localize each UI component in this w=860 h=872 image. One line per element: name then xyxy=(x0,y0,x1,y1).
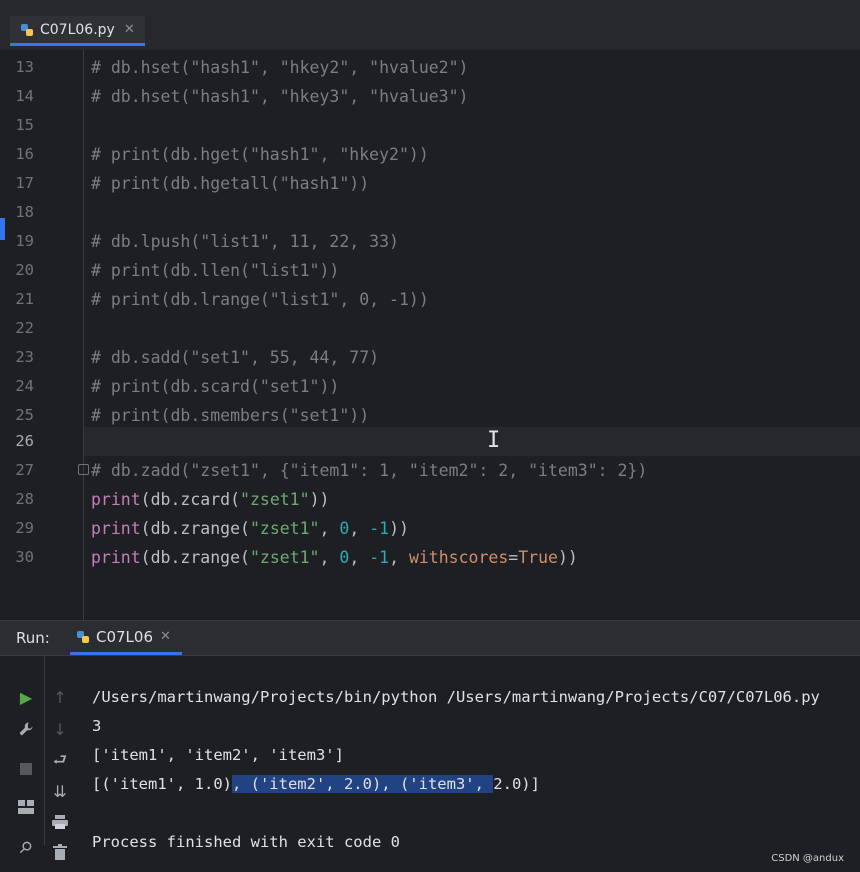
python-file-icon xyxy=(21,23,33,36)
line-number: 16 xyxy=(15,145,34,163)
pin-icon[interactable]: ⚲ xyxy=(9,830,43,864)
code-line: 20 # print(db.llen("list1")) xyxy=(0,256,860,285)
line-number: 25 xyxy=(15,406,34,424)
file-tab[interactable]: C07L06.py ✕ xyxy=(10,16,145,46)
code-line: 25 # print(db.smembers("set1")) xyxy=(0,401,860,430)
toolbar-divider xyxy=(44,655,45,845)
code-line: 18 xyxy=(0,198,860,227)
fold-icon[interactable] xyxy=(78,464,89,475)
line-number: 19 xyxy=(15,232,34,250)
code-text: print(db.zrange("zset1", 0, -1, withscor… xyxy=(91,548,578,567)
code-text: # print(db.llen("list1")) xyxy=(91,261,340,280)
run-tool-window: Run: C07L06 ✕ ▶ ⚲ ↑ ↓ ⮐ ⇊ /Users/martinw… xyxy=(0,620,860,872)
python-run-icon xyxy=(77,630,89,643)
code-line: 13 # db.hset("hash1", "hkey2", "hvalue2"… xyxy=(0,53,860,82)
code-line: 24 # print(db.scard("set1")) xyxy=(0,372,860,401)
close-icon[interactable]: ✕ xyxy=(160,629,171,644)
scroll-to-end-icon[interactable]: ⇊ xyxy=(48,779,72,803)
code-text: # db.lpush("list1", 11, 22, 33) xyxy=(91,232,399,251)
soft-wrap-icon[interactable]: ⮐ xyxy=(48,750,72,774)
down-arrow-icon[interactable]: ↓ xyxy=(48,717,72,741)
line-number: 18 xyxy=(15,203,34,221)
text-selection: , ('item2', 2.0), ('item3', xyxy=(231,775,494,793)
line-number: 17 xyxy=(15,174,34,192)
code-line: 21 # print(db.lrange("list1", 0, -1)) xyxy=(0,285,860,314)
line-number: 23 xyxy=(15,348,34,366)
code-text: print(db.zrange("zset1", 0, -1)) xyxy=(91,519,409,538)
line-number: 15 xyxy=(15,116,34,134)
line-number: 27 xyxy=(15,461,34,479)
line-number: 22 xyxy=(15,319,34,337)
close-icon[interactable]: ✕ xyxy=(124,22,135,37)
line-number: 14 xyxy=(15,87,34,105)
up-arrow-icon[interactable]: ↑ xyxy=(48,685,72,709)
watermark: CSDN @andux xyxy=(771,853,844,864)
run-icon[interactable]: ▶ xyxy=(14,685,38,709)
stop-icon[interactable] xyxy=(14,757,38,781)
console-output-line: ['item1', 'item2', 'item3'] xyxy=(92,746,344,764)
line-number: 24 xyxy=(15,377,34,395)
code-text: # print(db.smembers("set1")) xyxy=(91,406,370,425)
run-config-tab[interactable]: C07L06 ✕ xyxy=(70,621,182,655)
line-number: 28 xyxy=(15,490,34,508)
code-text: # db.hset("hash1", "hkey2", "hvalue2") xyxy=(91,58,469,77)
code-line: 14 # db.hset("hash1", "hkey3", "hvalue3"… xyxy=(0,82,860,111)
run-label: Run: xyxy=(16,629,50,647)
code-text: # print(db.hget("hash1", "hkey2")) xyxy=(91,145,429,164)
console-output-line: [('item1', 1.0), ('item2', 2.0), ('item3… xyxy=(92,775,540,793)
code-line: 28 print(db.zcard("zset1")) xyxy=(0,485,860,514)
code-line: 29 print(db.zrange("zset1", 0, -1)) xyxy=(0,514,860,543)
line-number: 13 xyxy=(15,58,34,76)
code-line-current: 26 xyxy=(0,427,860,456)
run-header: Run: C07L06 ✕ xyxy=(0,621,860,656)
code-text: # db.sadd("set1", 55, 44, 77) xyxy=(91,348,380,367)
console-exit-message: Process finished with exit code 0 xyxy=(92,833,400,851)
trash-icon[interactable] xyxy=(48,840,72,864)
file-tab-label: C07L06.py xyxy=(40,21,115,38)
line-number: 20 xyxy=(15,261,34,279)
code-line: 15 xyxy=(0,111,860,140)
line-number: 30 xyxy=(15,548,34,566)
editor-tab-bar: C07L06.py ✕ xyxy=(0,0,860,51)
text-cursor-icon: I xyxy=(487,428,501,453)
run-toolbar: ▶ ⚲ ↑ ↓ ⮐ ⇊ xyxy=(0,655,80,860)
code-text: # print(db.lrange("list1", 0, -1)) xyxy=(91,290,429,309)
console-command-line: /Users/martinwang/Projects/bin/python /U… xyxy=(92,688,820,706)
run-tab-label: C07L06 xyxy=(96,627,154,646)
code-editor[interactable]: 13 # db.hset("hash1", "hkey2", "hvalue2"… xyxy=(0,50,860,620)
code-line: 19 # db.lpush("list1", 11, 22, 33) xyxy=(0,227,860,256)
layout-icon[interactable] xyxy=(14,795,38,819)
code-line: 30 print(db.zrange("zset1", 0, -1, withs… xyxy=(0,543,860,572)
code-line: 23 # db.sadd("set1", 55, 44, 77) xyxy=(0,343,860,372)
console-output-line: 3 xyxy=(92,717,102,735)
line-number: 21 xyxy=(15,290,34,308)
code-line: 16 # print(db.hget("hash1", "hkey2")) xyxy=(0,140,860,169)
print-icon[interactable] xyxy=(48,810,72,834)
line-number: 26 xyxy=(15,432,34,450)
code-text: print(db.zcard("zset1")) xyxy=(91,490,330,509)
code-text: # db.hset("hash1", "hkey3", "hvalue3") xyxy=(91,87,469,106)
wrench-icon[interactable] xyxy=(14,717,38,741)
line-number: 29 xyxy=(15,519,34,537)
code-text: # print(db.scard("set1")) xyxy=(91,377,340,396)
code-text: # db.zadd("zset1", {"item1": 1, "item2":… xyxy=(91,461,648,480)
code-line: 27 # db.zadd("zset1", {"item1": 1, "item… xyxy=(0,456,860,485)
code-text: # print(db.hgetall("hash1")) xyxy=(91,174,370,193)
code-line: 22 xyxy=(0,314,860,343)
code-line: 17 # print(db.hgetall("hash1")) xyxy=(0,169,860,198)
